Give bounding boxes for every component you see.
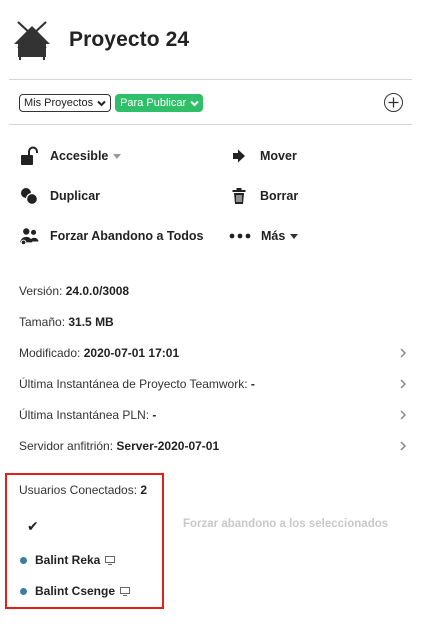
connected-users-label: Usuarios Conectados: 2 [19, 483, 147, 497]
version-value: 24.0.0/3008 [65, 284, 130, 298]
trash-icon [229, 186, 249, 206]
user-row[interactable]: Balint Reka [20, 553, 116, 567]
teamwork-snapshot-label: Última Instantánea de Proyecto Teamwork: [19, 377, 248, 391]
project-filter-select[interactable]: Mis Proyectos [19, 94, 112, 112]
delete-label: Borrar [260, 189, 299, 203]
publish-status-label: Para Publicar [120, 97, 187, 109]
duplicate-button[interactable]: Duplicar [19, 186, 100, 206]
publish-status-select[interactable]: Para Publicar [115, 94, 204, 112]
chevron-right-icon [400, 379, 407, 389]
duplicate-icon [19, 186, 39, 206]
page-title: Proyecto 24 [69, 28, 190, 51]
teamwork-snapshot-row[interactable]: Última Instantánea de Proyecto Teamwork:… [19, 376, 407, 392]
pln-snapshot-value: - [152, 408, 157, 422]
size-value: 31.5 MB [68, 315, 114, 329]
size-row: Tamaño: 31.5 MB [19, 314, 407, 330]
modified-row[interactable]: Modificado: 2020-07-01 17:01 [19, 345, 407, 361]
divider [9, 124, 412, 125]
project-header: Proyecto 24 [12, 18, 189, 62]
online-status-dot [20, 556, 27, 564]
force-leave-selected-button[interactable]: Forzar abandono a los seleccionados [183, 518, 388, 530]
chevron-right-icon [400, 441, 407, 451]
host-server-value: Server-2020-07-01 [116, 439, 220, 453]
size-label: Tamaño: [19, 315, 66, 329]
chevron-down-icon [97, 100, 106, 106]
duplicate-label: Duplicar [50, 189, 101, 203]
version-label: Versión: [19, 284, 63, 298]
force-leave-all-label: Forzar Abandono a Todos [50, 229, 204, 243]
host-server-label: Servidor anfitrión: [19, 439, 114, 453]
user-row[interactable]: Balint Csenge [20, 584, 131, 598]
chevron-down-icon [190, 100, 199, 106]
teamwork-snapshot-value: - [250, 377, 255, 391]
user-name: Balint Csenge [35, 584, 116, 598]
pln-snapshot-label: Última Instantánea PLN: [19, 408, 150, 422]
unlock-icon [19, 146, 39, 166]
connected-users-count: 2 [140, 483, 148, 497]
more-dots-icon [229, 226, 251, 246]
toolbar: Mis Proyectos Para Publicar [19, 93, 403, 113]
delete-button[interactable]: Borrar [229, 186, 298, 206]
caret-down-icon [290, 233, 299, 239]
host-server-row[interactable]: Servidor anfitrión: Server-2020-07-01 [19, 438, 407, 454]
monitor-icon [105, 555, 116, 565]
select-all-checkbox[interactable]: ✔ [27, 518, 39, 535]
chevron-right-icon [400, 410, 407, 420]
monitor-icon [120, 586, 131, 596]
online-status-dot [20, 587, 27, 595]
arrow-right-icon [229, 146, 249, 166]
modified-value: 2020-07-01 17:01 [83, 346, 180, 360]
accesible-label: Accesible [50, 149, 109, 163]
pln-snapshot-row[interactable]: Última Instantánea PLN: - [19, 407, 407, 423]
add-button[interactable] [384, 93, 403, 112]
caret-down-icon [113, 153, 122, 159]
version-row: Versión: 24.0.0/3008 [19, 283, 407, 299]
house-icon [14, 21, 50, 60]
move-label: Mover [260, 149, 297, 163]
modified-label: Modificado: [19, 346, 81, 360]
plus-circle-icon [388, 97, 399, 108]
accesible-button[interactable]: Accesible [19, 146, 122, 166]
move-button[interactable]: Mover [229, 146, 297, 166]
users-group-icon [19, 226, 39, 246]
force-leave-all-button[interactable]: Forzar Abandono a Todos [19, 226, 203, 246]
user-name: Balint Reka [35, 553, 101, 567]
more-label: Más [261, 229, 286, 243]
divider [9, 79, 412, 80]
project-filter-label: Mis Proyectos [24, 97, 94, 109]
more-button[interactable]: Más [229, 226, 299, 246]
chevron-right-icon [400, 348, 407, 358]
connected-users-text: Usuarios Conectados: [19, 483, 138, 497]
